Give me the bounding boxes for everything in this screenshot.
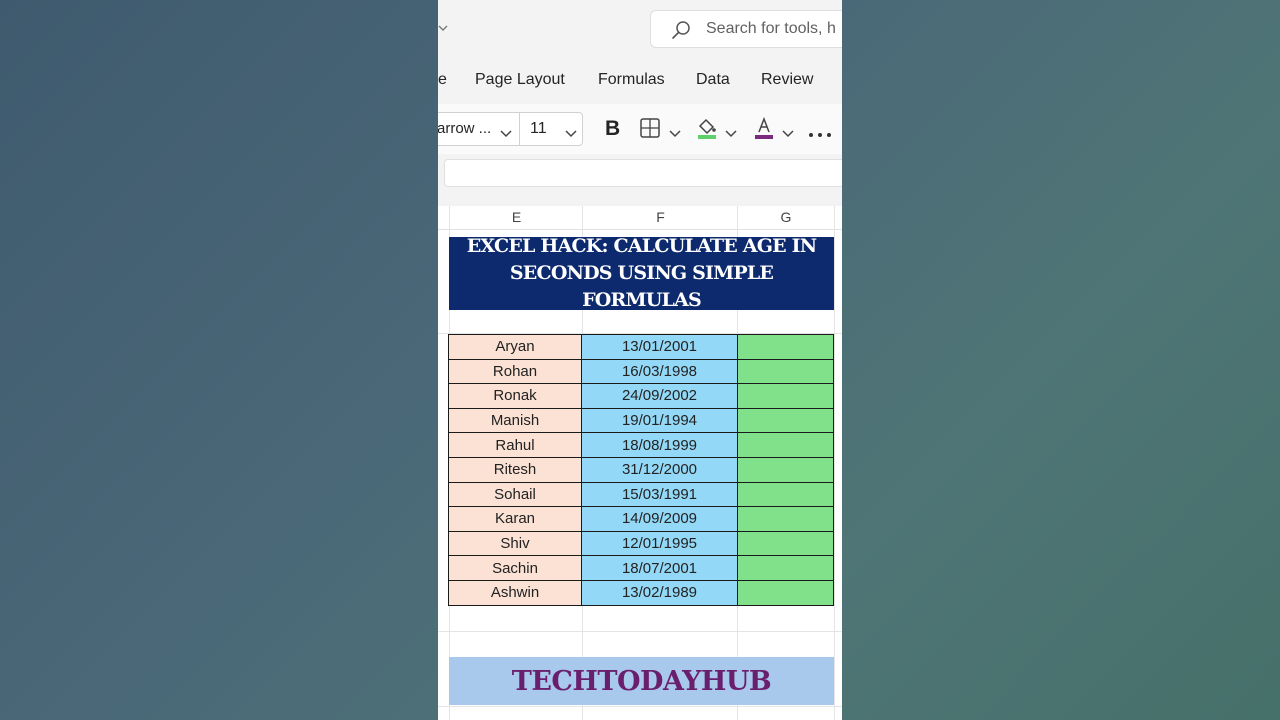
chevron-down-icon[interactable] <box>438 22 448 34</box>
result-cell[interactable] <box>737 407 834 434</box>
column-headers: E F G <box>438 206 842 230</box>
formula-bar-row <box>438 154 842 206</box>
table-row: Ronak 24/09/2002 <box>448 383 834 409</box>
brand-banner[interactable]: TECHTODAYHUB <box>449 657 834 705</box>
bold-icon[interactable]: B <box>604 117 622 143</box>
chevron-down-icon[interactable] <box>781 124 795 143</box>
result-cell[interactable] <box>737 530 834 557</box>
tab-page-layout[interactable]: Page Layout <box>475 71 565 89</box>
borders-icon[interactable] <box>639 117 661 143</box>
tab-home[interactable]: e <box>438 71 447 89</box>
date-cell[interactable]: 13/02/1989 <box>581 579 738 606</box>
brand-text: TECHTODAYHUB <box>511 665 772 697</box>
name-cell[interactable]: Ronak <box>448 383 582 409</box>
date-cell[interactable]: 24/09/2002 <box>581 383 738 409</box>
name-cell[interactable]: Shiv <box>448 530 582 557</box>
table-row: Ritesh 31/12/2000 <box>448 456 834 483</box>
chevron-down-icon[interactable] <box>499 124 513 143</box>
table-row: Sohail 15/03/1991 <box>448 481 834 508</box>
date-cell[interactable]: 18/07/2001 <box>581 555 738 581</box>
data-table: Aryan 13/01/2001 Rohan 16/03/1998 Ronak 24/… <box>448 334 834 606</box>
fill-color-icon[interactable] <box>696 116 718 144</box>
date-cell[interactable]: 18/08/1999 <box>581 432 738 458</box>
result-cell[interactable] <box>737 456 834 483</box>
search-icon <box>671 20 691 40</box>
formatting-toolbar: arrow ... 11 B <box>438 104 842 154</box>
column-header-f[interactable]: F <box>583 209 738 225</box>
table-row: Aryan 13/01/2001 <box>448 334 834 360</box>
table-row: Manish 19/01/1994 <box>448 407 834 434</box>
chevron-down-icon[interactable] <box>564 124 578 143</box>
date-cell[interactable]: 16/03/1998 <box>581 358 738 385</box>
table-row: Ashwin 13/02/1989 <box>448 579 834 606</box>
table-row: Shiv 12/01/1995 <box>448 530 834 557</box>
table-row: Karan 14/09/2009 <box>448 506 834 532</box>
name-cell[interactable]: Sohail <box>448 481 582 508</box>
tab-formulas[interactable]: Formulas <box>598 71 665 89</box>
grid-line <box>438 631 842 632</box>
title-bar: Search for tools, h <box>438 0 842 58</box>
result-cell[interactable] <box>737 358 834 385</box>
grid-line <box>438 706 842 707</box>
more-options-icon[interactable] <box>808 124 832 143</box>
svg-text:B: B <box>605 117 620 139</box>
font-name-value: arrow ... <box>438 120 492 137</box>
date-cell[interactable]: 19/01/1994 <box>581 407 738 434</box>
date-cell[interactable]: 12/01/1995 <box>581 530 738 557</box>
chevron-down-icon[interactable] <box>668 124 682 143</box>
table-row: Rohan 16/03/1998 <box>448 358 834 385</box>
column-divider <box>834 206 835 230</box>
search-input[interactable]: Search for tools, h <box>706 20 836 38</box>
result-cell[interactable] <box>737 555 834 581</box>
name-cell[interactable]: Karan <box>448 506 582 532</box>
name-cell[interactable]: Ritesh <box>448 456 582 483</box>
result-cell[interactable] <box>737 432 834 458</box>
date-cell[interactable]: 13/01/2001 <box>581 334 738 360</box>
font-color-icon[interactable] <box>753 116 775 144</box>
search-box[interactable]: Search for tools, h <box>650 10 842 48</box>
column-header-e[interactable]: E <box>450 209 583 225</box>
name-cell[interactable]: Sachin <box>448 555 582 581</box>
name-cell[interactable]: Rohan <box>448 358 582 385</box>
result-cell[interactable] <box>737 383 834 409</box>
banner-title: EXCEL HACK: CALCULATE AGE IN SECONDS USI… <box>466 235 817 311</box>
chevron-down-icon[interactable] <box>724 124 738 143</box>
column-divider <box>582 206 583 230</box>
column-divider <box>737 206 738 230</box>
ribbon-tabs: e Page Layout Formulas Data Review <box>438 58 842 104</box>
font-name-dropdown[interactable]: arrow ... <box>438 112 520 146</box>
font-size-value: 11 <box>530 120 547 137</box>
table-row: Rahul 18/08/1999 <box>448 432 834 458</box>
column-divider <box>449 206 450 230</box>
result-cell[interactable] <box>737 481 834 508</box>
date-cell[interactable]: 14/09/2009 <box>581 506 738 532</box>
result-cell[interactable] <box>737 334 834 360</box>
font-size-dropdown[interactable]: 11 <box>519 112 583 146</box>
name-cell[interactable]: Ashwin <box>448 579 582 606</box>
title-banner[interactable]: EXCEL HACK: CALCULATE AGE IN SECONDS USI… <box>449 235 834 311</box>
result-cell[interactable] <box>737 579 834 606</box>
column-header-g[interactable]: G <box>738 209 834 225</box>
excel-window: Search for tools, h e Page Layout Formul… <box>438 0 842 720</box>
date-cell[interactable]: 15/03/1991 <box>581 481 738 508</box>
date-cell[interactable]: 31/12/2000 <box>581 456 738 483</box>
result-cell[interactable] <box>737 506 834 532</box>
grid-line <box>834 230 835 720</box>
name-cell[interactable]: Manish <box>448 407 582 434</box>
name-cell[interactable]: Rahul <box>448 432 582 458</box>
name-cell[interactable]: Aryan <box>448 334 582 360</box>
tab-review[interactable]: Review <box>761 71 813 89</box>
tab-data[interactable]: Data <box>696 71 730 89</box>
formula-bar-input[interactable] <box>444 159 842 187</box>
table-row: Sachin 18/07/2001 <box>448 555 834 581</box>
